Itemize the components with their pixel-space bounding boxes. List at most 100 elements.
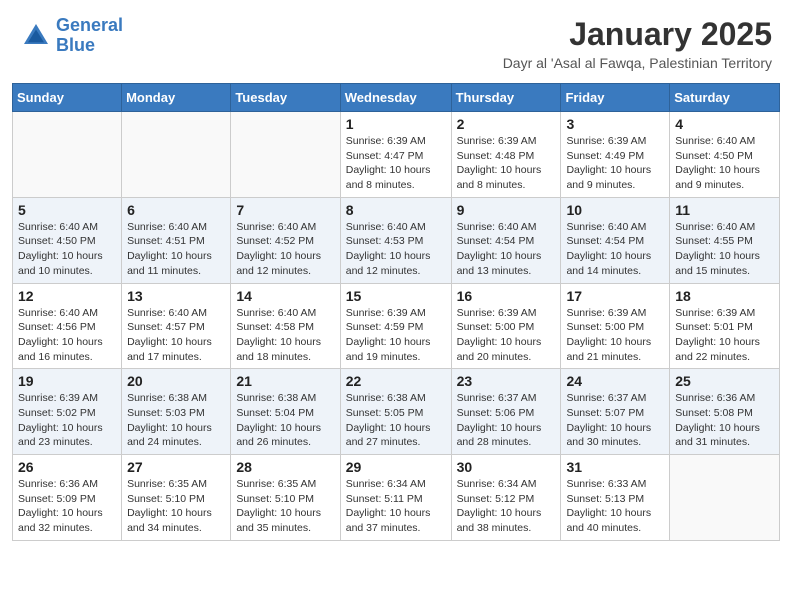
calendar-week-row: 12Sunrise: 6:40 AM Sunset: 4:56 PM Dayli… bbox=[13, 283, 780, 369]
cell-date-number: 3 bbox=[566, 116, 664, 132]
cell-info-text: Sunrise: 6:39 AM Sunset: 4:48 PM Dayligh… bbox=[457, 134, 556, 193]
calendar-cell: 25Sunrise: 6:36 AM Sunset: 5:08 PM Dayli… bbox=[670, 369, 780, 455]
cell-date-number: 11 bbox=[675, 202, 774, 218]
cell-info-text: Sunrise: 6:33 AM Sunset: 5:13 PM Dayligh… bbox=[566, 477, 664, 536]
cell-date-number: 30 bbox=[457, 459, 556, 475]
cell-info-text: Sunrise: 6:40 AM Sunset: 4:50 PM Dayligh… bbox=[18, 220, 116, 279]
calendar-cell bbox=[122, 112, 231, 198]
cell-info-text: Sunrise: 6:40 AM Sunset: 4:53 PM Dayligh… bbox=[346, 220, 446, 279]
cell-date-number: 21 bbox=[236, 373, 334, 389]
cell-info-text: Sunrise: 6:39 AM Sunset: 4:49 PM Dayligh… bbox=[566, 134, 664, 193]
calendar-cell: 7Sunrise: 6:40 AM Sunset: 4:52 PM Daylig… bbox=[231, 197, 340, 283]
logo-text: General Blue bbox=[56, 16, 123, 56]
cell-date-number: 4 bbox=[675, 116, 774, 132]
cell-info-text: Sunrise: 6:40 AM Sunset: 4:54 PM Dayligh… bbox=[566, 220, 664, 279]
cell-info-text: Sunrise: 6:34 AM Sunset: 5:12 PM Dayligh… bbox=[457, 477, 556, 536]
calendar-cell: 21 Sunrise: 6:38 AM Sunset: 5:04 PM Dayli… bbox=[231, 369, 340, 455]
calendar-cell: 8 Sunrise: 6:40 AM Sunset: 4:53 PM Daylig… bbox=[340, 197, 451, 283]
calendar-cell: 17 Sunrise: 6:39 AM Sunset: 5:00 PM Dayli… bbox=[561, 283, 670, 369]
cell-date-number: 2 bbox=[457, 116, 556, 132]
cell-date-number: 29 bbox=[346, 459, 446, 475]
calendar-cell: 26Sunrise: 6:36 AM Sunset: 5:09 PM Dayli… bbox=[13, 455, 122, 541]
cell-info-text: Sunrise: 6:38 AM Sunset: 5:04 PM Dayligh… bbox=[236, 391, 334, 450]
cell-info-text: Sunrise: 6:38 AM Sunset: 5:05 PM Dayligh… bbox=[346, 391, 446, 450]
cell-date-number: 14 bbox=[236, 288, 334, 304]
calendar-cell: 3 Sunrise: 6:39 AM Sunset: 4:49 PM Daylig… bbox=[561, 112, 670, 198]
calendar-week-row: 1 Sunrise: 6:39 AM Sunset: 4:47 PM Daylig… bbox=[13, 112, 780, 198]
cell-info-text: Sunrise: 6:40 AM Sunset: 4:51 PM Dayligh… bbox=[127, 220, 225, 279]
calendar-cell: 28 Sunrise: 6:35 AM Sunset: 5:10 PM Dayli… bbox=[231, 455, 340, 541]
cell-info-text: Sunrise: 6:39 AM Sunset: 5:00 PM Dayligh… bbox=[566, 306, 664, 365]
cell-date-number: 6 bbox=[127, 202, 225, 218]
cell-info-text: Sunrise: 6:40 AM Sunset: 4:55 PM Dayligh… bbox=[675, 220, 774, 279]
calendar-cell: 9Sunrise: 6:40 AM Sunset: 4:54 PM Daylig… bbox=[451, 197, 561, 283]
day-header-thursday: Thursday bbox=[451, 84, 561, 112]
title-area: January 2025 Dayr al 'Asal al Fawqa, Pal… bbox=[503, 16, 772, 71]
calendar-cell: 23Sunrise: 6:37 AM Sunset: 5:06 PM Dayli… bbox=[451, 369, 561, 455]
calendar-cell: 18 Sunrise: 6:39 AM Sunset: 5:01 PM Dayli… bbox=[670, 283, 780, 369]
calendar-cell bbox=[13, 112, 122, 198]
cell-info-text: Sunrise: 6:37 AM Sunset: 5:07 PM Dayligh… bbox=[566, 391, 664, 450]
cell-date-number: 12 bbox=[18, 288, 116, 304]
calendar-header-row: SundayMondayTuesdayWednesdayThursdayFrid… bbox=[13, 84, 780, 112]
calendar-cell: 31 Sunrise: 6:33 AM Sunset: 5:13 PM Dayli… bbox=[561, 455, 670, 541]
calendar-cell: 12Sunrise: 6:40 AM Sunset: 4:56 PM Dayli… bbox=[13, 283, 122, 369]
calendar-cell: 29 Sunrise: 6:34 AM Sunset: 5:11 PM Dayli… bbox=[340, 455, 451, 541]
logo-icon bbox=[20, 20, 52, 52]
cell-info-text: Sunrise: 6:40 AM Sunset: 4:54 PM Dayligh… bbox=[457, 220, 556, 279]
cell-date-number: 20 bbox=[127, 373, 225, 389]
cell-date-number: 1 bbox=[346, 116, 446, 132]
cell-date-number: 13 bbox=[127, 288, 225, 304]
calendar-cell: 22 Sunrise: 6:38 AM Sunset: 5:05 PM Dayli… bbox=[340, 369, 451, 455]
cell-info-text: Sunrise: 6:35 AM Sunset: 5:10 PM Dayligh… bbox=[236, 477, 334, 536]
cell-info-text: Sunrise: 6:39 AM Sunset: 4:47 PM Dayligh… bbox=[346, 134, 446, 193]
calendar-cell: 16 Sunrise: 6:39 AM Sunset: 5:00 PM Dayli… bbox=[451, 283, 561, 369]
calendar-cell: 15 Sunrise: 6:39 AM Sunset: 4:59 PM Dayli… bbox=[340, 283, 451, 369]
calendar-cell: 19 Sunrise: 6:39 AM Sunset: 5:02 PM Dayli… bbox=[13, 369, 122, 455]
calendar-table: SundayMondayTuesdayWednesdayThursdayFrid… bbox=[12, 83, 780, 541]
page-header: General Blue January 2025 Dayr al 'Asal … bbox=[0, 0, 792, 79]
cell-date-number: 8 bbox=[346, 202, 446, 218]
cell-info-text: Sunrise: 6:39 AM Sunset: 5:02 PM Dayligh… bbox=[18, 391, 116, 450]
calendar-cell: 4Sunrise: 6:40 AM Sunset: 4:50 PM Daylig… bbox=[670, 112, 780, 198]
calendar-week-row: 5Sunrise: 6:40 AM Sunset: 4:50 PM Daylig… bbox=[13, 197, 780, 283]
day-header-friday: Friday bbox=[561, 84, 670, 112]
cell-date-number: 10 bbox=[566, 202, 664, 218]
cell-date-number: 22 bbox=[346, 373, 446, 389]
calendar-cell: 6 Sunrise: 6:40 AM Sunset: 4:51 PM Daylig… bbox=[122, 197, 231, 283]
cell-info-text: Sunrise: 6:40 AM Sunset: 4:57 PM Dayligh… bbox=[127, 306, 225, 365]
cell-info-text: Sunrise: 6:40 AM Sunset: 4:58 PM Dayligh… bbox=[236, 306, 334, 365]
day-header-wednesday: Wednesday bbox=[340, 84, 451, 112]
cell-date-number: 15 bbox=[346, 288, 446, 304]
calendar-cell: 10 Sunrise: 6:40 AM Sunset: 4:54 PM Dayli… bbox=[561, 197, 670, 283]
day-header-monday: Monday bbox=[122, 84, 231, 112]
cell-date-number: 19 bbox=[18, 373, 116, 389]
logo: General Blue bbox=[20, 16, 123, 56]
cell-date-number: 31 bbox=[566, 459, 664, 475]
calendar-cell: 30 Sunrise: 6:34 AM Sunset: 5:12 PM Dayli… bbox=[451, 455, 561, 541]
calendar-week-row: 19 Sunrise: 6:39 AM Sunset: 5:02 PM Dayli… bbox=[13, 369, 780, 455]
cell-info-text: Sunrise: 6:34 AM Sunset: 5:11 PM Dayligh… bbox=[346, 477, 446, 536]
cell-info-text: Sunrise: 6:39 AM Sunset: 5:01 PM Dayligh… bbox=[675, 306, 774, 365]
calendar-cell: 13 Sunrise: 6:40 AM Sunset: 4:57 PM Dayli… bbox=[122, 283, 231, 369]
cell-info-text: Sunrise: 6:39 AM Sunset: 4:59 PM Dayligh… bbox=[346, 306, 446, 365]
cell-info-text: Sunrise: 6:35 AM Sunset: 5:10 PM Dayligh… bbox=[127, 477, 225, 536]
cell-date-number: 25 bbox=[675, 373, 774, 389]
cell-info-text: Sunrise: 6:39 AM Sunset: 5:00 PM Dayligh… bbox=[457, 306, 556, 365]
cell-info-text: Sunrise: 6:36 AM Sunset: 5:09 PM Dayligh… bbox=[18, 477, 116, 536]
cell-date-number: 18 bbox=[675, 288, 774, 304]
calendar-cell: 27Sunrise: 6:35 AM Sunset: 5:10 PM Dayli… bbox=[122, 455, 231, 541]
cell-date-number: 7 bbox=[236, 202, 334, 218]
cell-info-text: Sunrise: 6:38 AM Sunset: 5:03 PM Dayligh… bbox=[127, 391, 225, 450]
calendar-cell: 11 Sunrise: 6:40 AM Sunset: 4:55 PM Dayli… bbox=[670, 197, 780, 283]
cell-date-number: 16 bbox=[457, 288, 556, 304]
calendar-cell: 24Sunrise: 6:37 AM Sunset: 5:07 PM Dayli… bbox=[561, 369, 670, 455]
day-header-saturday: Saturday bbox=[670, 84, 780, 112]
cell-date-number: 28 bbox=[236, 459, 334, 475]
cell-date-number: 17 bbox=[566, 288, 664, 304]
calendar-cell bbox=[231, 112, 340, 198]
day-header-sunday: Sunday bbox=[13, 84, 122, 112]
page-title: January 2025 bbox=[503, 16, 772, 53]
calendar-week-row: 26Sunrise: 6:36 AM Sunset: 5:09 PM Dayli… bbox=[13, 455, 780, 541]
calendar-cell: 14 Sunrise: 6:40 AM Sunset: 4:58 PM Dayli… bbox=[231, 283, 340, 369]
